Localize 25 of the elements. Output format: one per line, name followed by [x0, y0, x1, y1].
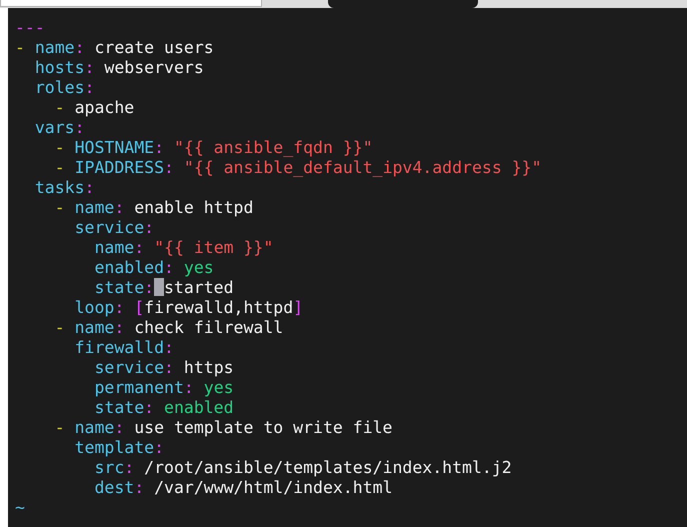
code-line: src: /root/ansible/templates/index.html.j2 [93, 458, 513, 478]
code-line: state: enabled [93, 398, 235, 418]
code-line: loop: [firewalld,httpd] [74, 298, 304, 318]
code-line: - IPADDRESS: "{{ ansible_default_ipv4.address }}" [54, 158, 543, 178]
code-line: - name: check filrewall [54, 318, 284, 338]
code-line: hosts: webservers [34, 58, 205, 78]
code-line: - name: create users [15, 38, 215, 58]
code-line: permanent: yes [93, 378, 235, 398]
empty-line-marker: ~ [15, 498, 26, 518]
code-line: service: [74, 218, 156, 238]
code-line: template: [74, 438, 166, 458]
code-line: roles: [34, 78, 96, 98]
code-line: name: "{{ item }}" [93, 238, 274, 258]
code-line: - name: use template to write file [54, 418, 394, 438]
code-line: dest: /var/www/html/index.html [93, 478, 394, 498]
code-line: --- [15, 18, 46, 38]
code-line: enabled: yes [93, 258, 215, 278]
code-line: state: started [93, 278, 235, 298]
code-line: service: https [93, 358, 235, 378]
code-line: vars: [34, 118, 86, 138]
code-line: firewalld: [74, 338, 175, 358]
code-line: tasks: [34, 178, 96, 198]
code-line: - apache [54, 98, 136, 118]
code-line: - name: enable httpd [54, 198, 254, 218]
code-line: - HOSTNAME: "{{ ansible_fqdn }}" [54, 138, 374, 158]
